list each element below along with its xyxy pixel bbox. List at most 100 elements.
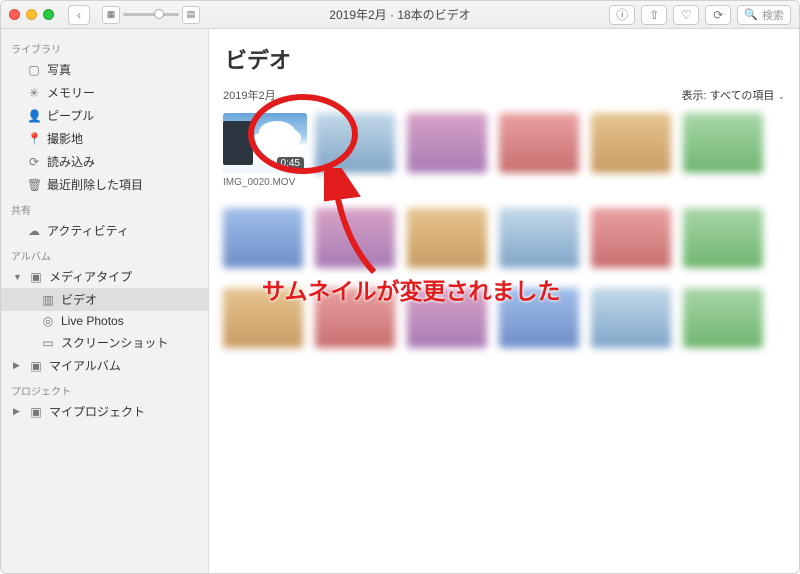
import-icon: ⟳ [27,155,41,169]
thumbnail-image [223,208,303,268]
sidebar-item-mediatypes[interactable]: ▼ ▣ メディアタイプ [1,265,208,288]
video-thumbnail[interactable] [683,208,763,268]
sidebar-item-myprojects[interactable]: ▶ ▣ マイプロジェクト [1,400,208,423]
video-thumbnail[interactable] [315,288,395,348]
livephoto-icon: ◎ [41,314,55,328]
photo-icon: ▢ [27,63,41,77]
video-thumbnail[interactable] [223,208,303,268]
thumbnail-image [223,288,303,348]
sidebar-item-import[interactable]: ⟳ 読み込み [1,150,208,173]
toolbar-right: ⓘ ⇧ ♡ ⟳ 🔍 検索 [609,5,791,25]
app-window: ‹ ▦ ▤ 2019年2月 · 18本のビデオ ⓘ ⇧ ♡ [0,0,800,574]
thumbnail-image [591,288,671,348]
video-icon: ▥ [41,293,55,307]
video-thumbnail[interactable] [591,113,671,188]
sidebar-item-label: 読み込み [47,153,95,170]
thumbnail-image [683,208,763,268]
disclosure-triangle-icon[interactable]: ▶ [13,406,23,417]
thumbnail-image [499,208,579,268]
sidebar-item-label: アクティビティ [47,222,129,239]
sidebar-item-label: 写真 [47,61,71,78]
thumbnail-image [591,113,671,173]
rotate-button[interactable]: ⟳ [705,5,731,25]
thumbnail-image [499,288,579,348]
close-window-button[interactable] [9,9,20,20]
sidebar-item-label: Live Photos [61,314,124,328]
sidebar-item-myalbums[interactable]: ▶ ▣ マイアルバム [1,354,208,377]
titlebar: ‹ ▦ ▤ 2019年2月 · 18本のビデオ ⓘ ⇧ ♡ [1,1,799,29]
sidebar-item-label: マイプロジェクト [49,403,145,420]
window-controls [9,9,54,20]
sidebar-item-screenshots[interactable]: ▭ スクリーンショット [1,331,208,354]
sidebar-item-memories[interactable]: ✳ メモリー [1,81,208,104]
search-input[interactable]: 🔍 検索 [737,5,791,25]
video-thumbnail[interactable] [315,113,395,188]
zoom-slider-thumb[interactable] [154,9,164,19]
duration-badge: 0:45 [277,157,304,170]
thumbnail-image [407,208,487,268]
display-filter[interactable]: 表示: すべての項目 ⌄ [681,87,785,103]
display-value: すべての項目 [710,90,775,102]
video-thumbnail[interactable] [407,208,487,268]
thumbnail-zoom-control: ▦ ▤ [102,6,200,24]
video-thumbnail[interactable] [407,288,487,348]
people-icon: 👤 [27,109,41,123]
video-thumbnail-featured[interactable]: 0:45 IMG_0020.MOV [223,113,303,188]
sidebar-section-library: ライブラリ [1,35,208,58]
memory-icon: ✳ [27,86,41,100]
thumbnail-image [591,208,671,268]
sidebar-item-livephotos[interactable]: ◎ Live Photos [1,311,208,331]
video-thumbnail[interactable] [683,113,763,188]
zoom-slider-track[interactable] [123,13,179,16]
video-thumbnail[interactable] [683,288,763,348]
grid-large-icon: ▤ [187,9,196,20]
thumbnail-filename: IMG_0020.MOV [223,177,303,188]
chevron-down-icon: ⌄ [777,91,785,101]
share-icon: ⇧ [649,8,659,22]
back-icon: ‹ [77,8,81,22]
video-thumbnail[interactable] [499,288,579,348]
folder-icon: ▣ [29,359,43,373]
info-button[interactable]: ⓘ [609,5,635,25]
video-thumbnail[interactable] [591,288,671,348]
video-thumbnail[interactable] [407,113,487,188]
sidebar-section-albums: アルバム [1,242,208,265]
sidebar-item-activity[interactable]: ☁ アクティビティ [1,219,208,242]
sidebar-item-people[interactable]: 👤 ピープル [1,104,208,127]
sidebar-item-videos[interactable]: ▥ ビデオ [1,288,208,311]
video-thumbnail[interactable] [315,208,395,268]
minimize-window-button[interactable] [26,9,37,20]
video-thumbnail[interactable] [499,208,579,268]
sidebar-item-places[interactable]: 📍 撮影地 [1,127,208,150]
sidebar-item-label: ピープル [47,107,94,124]
thumbnail-image [315,208,395,268]
disclosure-triangle-icon[interactable]: ▼ [13,272,23,282]
thumbnail-image [683,288,763,348]
disclosure-triangle-icon[interactable]: ▶ [13,360,23,371]
video-thumbnail[interactable] [499,113,579,188]
sidebar-item-photos[interactable]: ▢ 写真 [1,58,208,81]
zoom-out-button[interactable]: ▦ [102,6,120,24]
thumbnail-image: 0:45 [223,113,307,173]
zoom-in-button[interactable]: ▤ [182,6,200,24]
video-thumbnail[interactable] [591,208,671,268]
sidebar-item-label: メディアタイプ [49,268,132,285]
zoom-window-button[interactable] [43,9,54,20]
favorite-button[interactable]: ♡ [673,5,699,25]
trash-icon: 🗑 [27,178,41,192]
info-icon: ⓘ [616,6,628,23]
grid-small-icon: ▦ [107,9,116,20]
thumbnail-image [499,113,579,173]
sidebar-item-label: メモリー [47,84,95,101]
display-label: 表示: [681,90,706,102]
group-header: 2019年2月 表示: すべての項目 ⌄ [223,87,785,103]
group-date-label: 2019年2月 [223,87,276,103]
page-title: ビデオ [225,43,785,75]
video-thumbnail[interactable] [223,288,303,348]
search-placeholder: 検索 [762,7,784,23]
sidebar-item-trash[interactable]: 🗑 最近削除した項目 [1,173,208,196]
window-body: ライブラリ ▢ 写真 ✳ メモリー 👤 ピープル 📍 撮影地 ⟳ 読み込み [1,29,799,573]
back-button[interactable]: ‹ [68,5,90,25]
share-button[interactable]: ⇧ [641,5,667,25]
screenshot-icon: ▭ [41,336,55,350]
